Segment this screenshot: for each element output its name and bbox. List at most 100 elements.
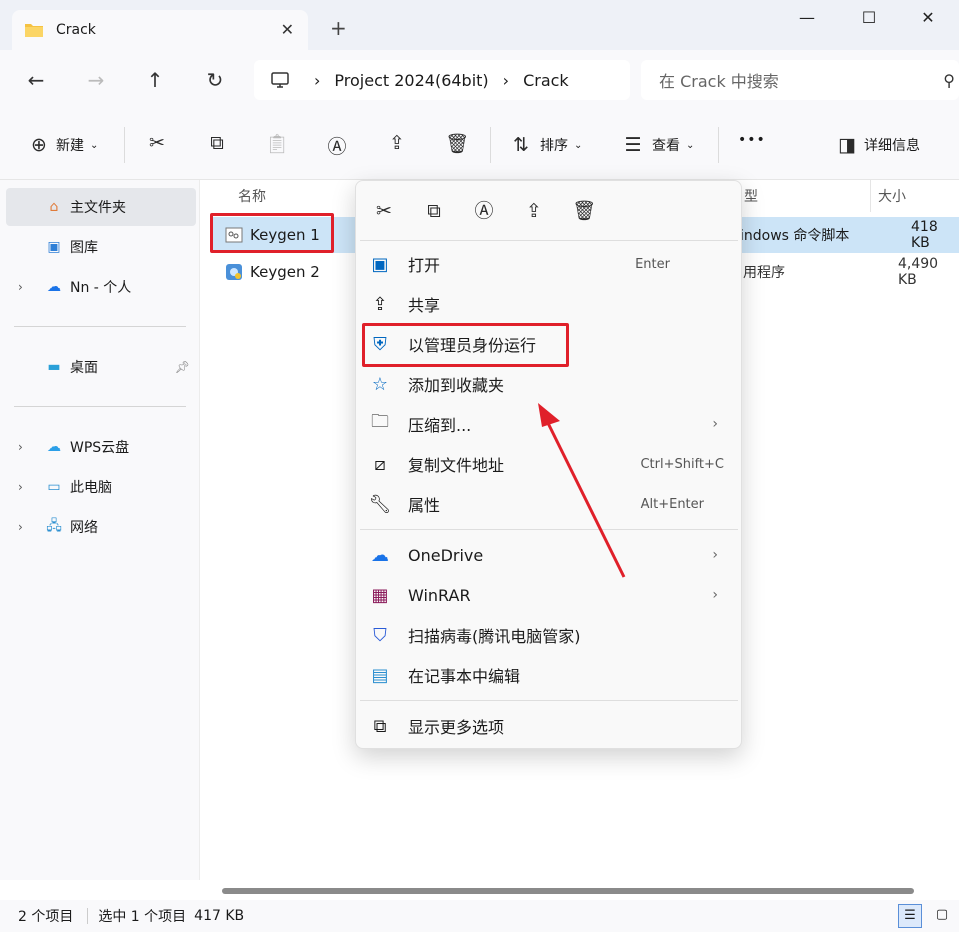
close-tab-icon[interactable]: ✕	[281, 20, 294, 39]
tiles-view-icon[interactable]: ▢	[930, 904, 954, 928]
file-type: indows 命令脚本	[740, 228, 850, 244]
details-label: 详细信息	[864, 138, 920, 154]
chevron-right-icon[interactable]: ›	[18, 480, 23, 494]
close-window-button[interactable]: ✕	[913, 8, 943, 30]
breadcrumb-item[interactable]: Crack	[523, 71, 569, 90]
sort-button[interactable]: ⇅ 排序 ⌄	[508, 132, 582, 158]
chevron-right-icon[interactable]: ›	[18, 440, 23, 454]
sidebar-item-onedrive[interactable]: › ☁ Nn - 个人	[6, 268, 196, 306]
horizontal-scrollbar[interactable]	[222, 888, 914, 894]
details-button[interactable]: ◨ 详细信息	[834, 132, 920, 158]
menu-divider	[360, 240, 738, 241]
share-icon[interactable]: ⇪	[519, 196, 549, 226]
status-size: 417 KB	[194, 908, 245, 924]
column-header-size[interactable]: 大小	[878, 186, 906, 206]
new-button[interactable]: ⊕ 新建 ⌄	[26, 132, 98, 158]
delete-icon[interactable]: 🗑︎	[569, 196, 599, 226]
pc-icon: ▭	[47, 479, 61, 495]
tab-crack[interactable]: Crack ✕	[12, 10, 308, 50]
details-view-icon[interactable]: ☰	[898, 904, 922, 928]
sidebar-item-label: 此电脑	[70, 480, 112, 496]
sort-label: 排序	[540, 138, 568, 154]
menu-shortcut: Alt+Enter	[640, 496, 704, 512]
breadcrumb-chevron-icon: ›	[314, 70, 321, 90]
chevron-down-icon: ⌄	[574, 139, 583, 151]
chevron-right-icon[interactable]: ›	[18, 520, 23, 534]
file-type: 用程序	[743, 265, 785, 281]
chevron-right-icon: ›	[712, 416, 718, 432]
pin-icon[interactable]: 📌︎	[175, 360, 190, 374]
column-divider	[870, 180, 871, 212]
breadcrumb[interactable]: › Project 2024(64bit) › Crack	[254, 60, 630, 100]
menu-divider	[360, 700, 738, 701]
sidebar-item-network[interactable]: › 🖧︎ 网络	[6, 508, 196, 546]
toolbar-divider	[490, 127, 491, 163]
view-button[interactable]: ☰ 查看 ⌄	[620, 132, 694, 158]
sidebar-divider	[14, 326, 186, 327]
onedrive-icon: ☁	[47, 279, 61, 295]
breadcrumb-item[interactable]: Project 2024(64bit)	[334, 71, 488, 90]
delete-icon[interactable]: 🗑︎	[444, 132, 470, 158]
maximize-button[interactable]: ☐	[854, 8, 884, 30]
star-icon: ☆	[371, 373, 389, 395]
menu-item-label: 在记事本中编辑	[408, 667, 521, 686]
computer-icon	[271, 72, 289, 88]
sidebar-item-label: 桌面	[70, 360, 98, 376]
search-input[interactable]: 在 Crack 中搜索 ⚲	[641, 60, 959, 100]
cut-icon[interactable]: ✂	[144, 132, 170, 158]
sidebar-item-label: WPS云盘	[70, 440, 130, 456]
menu-item-label: 显示更多选项	[408, 718, 505, 737]
menu-item-label: OneDrive	[408, 545, 484, 565]
zip-folder-icon: 🗀︎	[371, 411, 389, 432]
chevron-right-icon: ›	[712, 547, 718, 563]
copy-icon[interactable]: ⧉	[419, 196, 449, 226]
sidebar-item-label: Nn - 个人	[70, 280, 132, 296]
column-header-name[interactable]: 名称	[238, 186, 266, 206]
more-options-icon: ⧉	[373, 715, 387, 737]
refresh-button[interactable]: ↻	[201, 66, 229, 94]
paste-icon[interactable]: 📋︎	[264, 132, 290, 158]
sidebar-item-wps[interactable]: › ☁ WPS云盘	[6, 428, 196, 466]
sidebar-item-gallery[interactable]: ▣ 图库	[6, 228, 196, 266]
view-lines-icon: ☰	[624, 134, 642, 156]
cut-icon[interactable]: ✂	[369, 196, 399, 226]
highlight-box	[210, 213, 334, 253]
menu-item-more-options[interactable]: ⧉ 显示更多选项	[360, 707, 736, 745]
new-tab-button[interactable]: +	[330, 18, 347, 38]
back-button[interactable]: ←	[22, 66, 50, 94]
forward-button[interactable]: →	[82, 66, 110, 94]
copy-icon[interactable]: ⧉	[204, 132, 230, 158]
menu-item-open[interactable]: ▣ 打开 Enter	[360, 245, 736, 283]
status-bar: 2 个项目 选中 1 个项目 417 KB ☰ ▢	[0, 900, 959, 932]
rename-icon[interactable]: Ⓐ	[469, 196, 499, 226]
tab-title: Crack	[56, 22, 96, 38]
breadcrumb-chevron-icon: ›	[502, 70, 510, 90]
home-icon: ⌂	[49, 199, 59, 215]
sidebar-item-label: 网络	[70, 520, 98, 536]
application-icon	[226, 264, 242, 280]
wrench-icon: 🔧︎	[368, 493, 392, 515]
sidebar-item-desktop[interactable]: ▬ 桌面 📌︎	[6, 348, 196, 386]
chevron-right-icon[interactable]: ›	[18, 280, 23, 294]
menu-item-label: WinRAR	[408, 585, 471, 605]
plus-circle-icon: ⊕	[31, 134, 47, 156]
rename-icon[interactable]: Ⓐ	[324, 132, 350, 158]
column-header-type[interactable]: 型	[744, 186, 758, 206]
desktop-icon: ▬	[47, 359, 61, 375]
new-label: 新建	[56, 138, 84, 154]
search-placeholder: 在 Crack 中搜索	[659, 72, 779, 91]
menu-shortcut: Enter	[635, 256, 670, 272]
status-divider	[87, 908, 89, 924]
sidebar-item-home[interactable]: ⌂ 主文件夹	[6, 188, 196, 226]
menu-item-scan-virus[interactable]: ⛉ 扫描病毒(腾讯电脑管家)	[360, 616, 736, 654]
share-icon[interactable]: ⇪	[384, 132, 410, 158]
menu-item-share[interactable]: ⇪ 共享	[360, 285, 736, 323]
menu-item-label: 共享	[408, 296, 441, 315]
shield-scan-icon: ⛉	[373, 624, 387, 646]
up-button[interactable]: ↑	[141, 66, 169, 94]
sidebar-item-this-pc[interactable]: › ▭ 此电脑	[6, 468, 196, 506]
more-button[interactable]: •••	[738, 132, 766, 158]
chevron-down-icon: ⌄	[686, 139, 695, 151]
menu-item-notepad[interactable]: ▤ 在记事本中编辑	[360, 656, 736, 694]
minimize-button[interactable]: —	[792, 8, 822, 30]
